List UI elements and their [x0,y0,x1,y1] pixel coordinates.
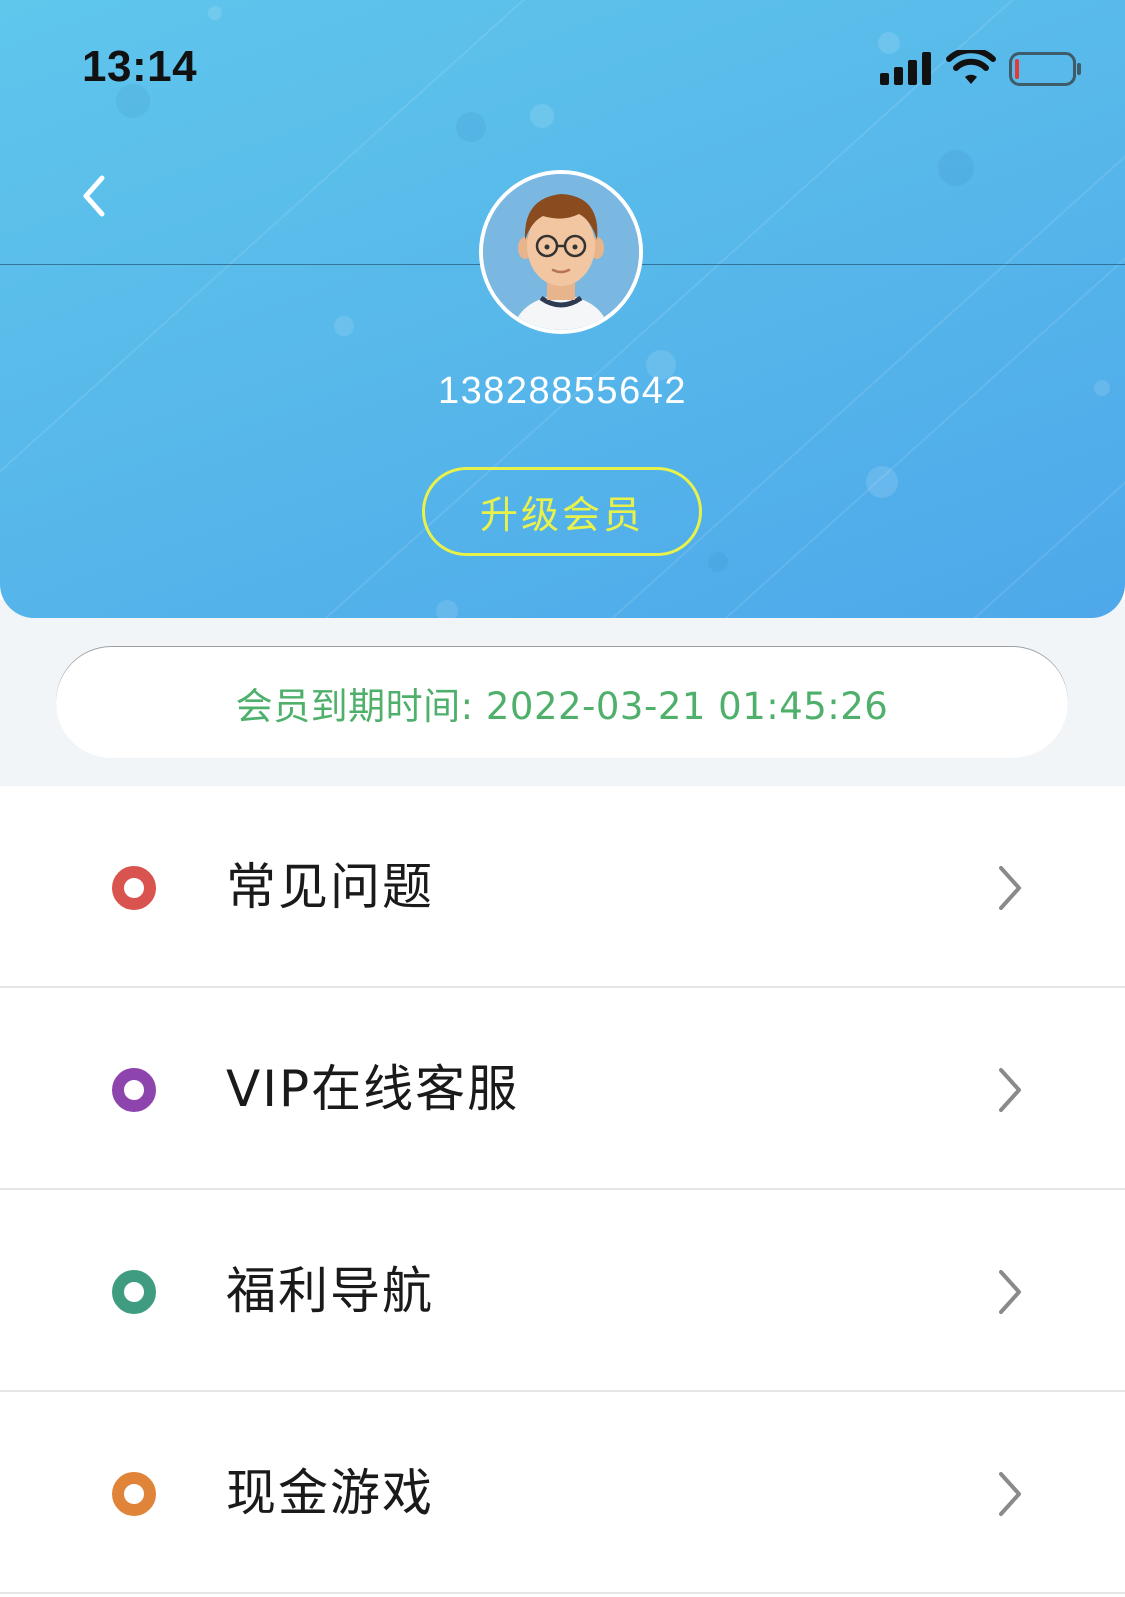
ring-icon [112,1270,156,1314]
chevron-right-icon [999,1068,1021,1112]
profile-header: 13:14 13828855642 升级会员 [0,0,1125,618]
decor-bubble [530,104,554,128]
battery-icon [1009,52,1081,86]
decor-bubble [866,466,898,498]
menu-item-cash-games[interactable]: 现金游戏 [0,1392,1125,1594]
menu-item-label: 常见问题 [226,858,434,916]
menu-item-welfare-nav[interactable]: 福利导航 [0,1190,1125,1392]
decor-bubble [436,600,458,618]
menu-list: 常见问题 VIP在线客服 福利导航 现金游戏 [0,786,1125,1594]
chevron-right-icon [999,1472,1021,1516]
ring-icon [112,1068,156,1112]
menu-item-vip-support[interactable]: VIP在线客服 [0,988,1125,1190]
menu-item-label: 福利导航 [226,1262,434,1320]
user-avatar-icon [483,174,639,330]
back-button[interactable] [70,168,120,224]
menu-item-label: VIP在线客服 [226,1060,520,1118]
decor-streak [860,0,1125,618]
menu-item-label: 现金游戏 [226,1464,434,1522]
decor-streak [700,0,1125,618]
ring-icon [112,866,156,910]
decor-bubble [208,6,222,20]
chevron-right-icon [999,866,1021,910]
upgrade-member-button[interactable]: 升级会员 [422,467,702,556]
menu-item-faq[interactable]: 常见问题 [0,786,1125,988]
decor-bubble [456,112,486,142]
decor-bubble [334,316,354,336]
decor-bubble [708,552,728,572]
chevron-left-icon [83,175,105,217]
chevron-right-icon [999,1270,1021,1314]
status-time: 13:14 [82,42,198,91]
membership-expiry: 会员到期时间: 2022-03-21 01:45:26 [56,647,1068,758]
avatar[interactable] [479,170,643,334]
wifi-icon [946,50,996,84]
ring-icon [112,1472,156,1516]
decor-bubble [938,150,974,186]
signal-icon [880,51,932,85]
phone-number: 13828855642 [438,370,687,412]
